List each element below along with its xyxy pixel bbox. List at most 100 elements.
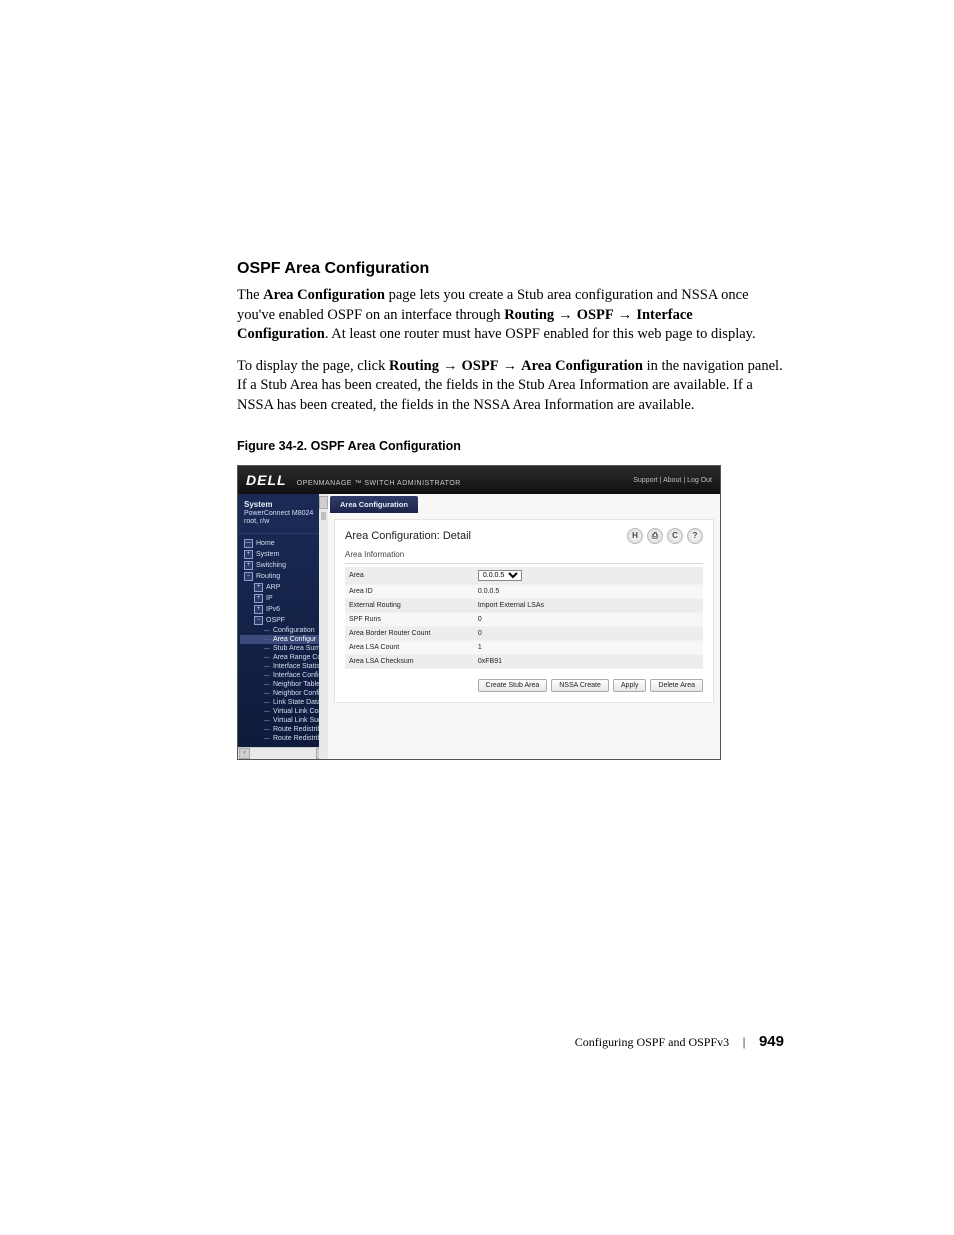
collapse-icon[interactable]: − — [254, 616, 263, 625]
nav-routing: Routing — [389, 358, 439, 374]
field-value: 0 — [474, 613, 703, 627]
nav-ospf: OSPF — [577, 307, 614, 323]
nav-tree-item[interactable]: Route Redistrib — [240, 734, 326, 743]
nav-tree-label: IPv6 — [266, 606, 280, 613]
tree-connector-icon — [264, 702, 270, 703]
nav-tree-label: Stub Area Summ — [273, 645, 326, 652]
create-stub-area-button[interactable]: Create Stub Area — [478, 679, 548, 692]
field-value: 0.0.0.5 — [474, 567, 703, 585]
arrow-icon: → — [439, 358, 462, 374]
nav-tree-item[interactable]: Interface Statisti — [240, 662, 326, 671]
expand-icon[interactable]: + — [254, 605, 263, 614]
delete-area-button[interactable]: Delete Area — [650, 679, 703, 692]
nav-tree-label: Neighbor Table — [273, 681, 320, 688]
apply-button[interactable]: Apply — [613, 679, 647, 692]
sidebar-system-label: System — [244, 500, 322, 510]
tree-connector-icon — [264, 684, 270, 685]
nav-tree-label: Interface Statisti — [273, 663, 323, 670]
nav-tree-item[interactable]: Configuration — [240, 626, 326, 635]
tree-connector-icon — [264, 648, 270, 649]
nav-area-configuration: Area Configuration — [521, 358, 643, 374]
nav-tree-item[interactable]: Neighbor Table — [240, 680, 326, 689]
collapse-icon[interactable]: − — [244, 572, 253, 581]
field-value: 0 — [474, 627, 703, 641]
nav-tree-item[interactable]: +ARP — [240, 582, 326, 593]
nav-tree-item[interactable]: Link State Datab — [240, 698, 326, 707]
scroll-arrow-up-icon[interactable] — [319, 496, 328, 509]
intro-paragraph-2: To display the page, click Routing → OSP… — [237, 357, 784, 416]
nav-tree-item[interactable]: Area Configur — [240, 635, 326, 644]
nav-tree-label: Area Range Con — [273, 654, 325, 661]
footer-divider: | — [743, 1035, 746, 1049]
section-title: OSPF Area Configuration — [237, 260, 784, 278]
table-row: Area 0.0.0.5 — [345, 567, 703, 585]
tree-connector-icon — [264, 630, 270, 631]
term-area-configuration: Area Configuration — [263, 287, 385, 303]
nav-tree-item[interactable]: −Routing — [240, 571, 326, 582]
tree-connector-icon — [264, 711, 270, 712]
sidebar-hscroll[interactable]: ‹ › — [238, 747, 328, 759]
figure-caption: Figure 34-2. OSPF Area Configuration — [237, 439, 784, 453]
nav-tree-item[interactable]: Neighbor Config — [240, 689, 326, 698]
embedded-screenshot: DELL OPENMANAGE ™ SWITCH ADMINISTRATOR S… — [237, 465, 721, 759]
field-label: Area — [345, 567, 474, 585]
field-label: SPF Runs — [345, 613, 474, 627]
table-row: SPF Runs0 — [345, 613, 703, 627]
nav-tree-item[interactable]: Stub Area Summ — [240, 644, 326, 653]
arrow-icon: → — [554, 307, 577, 323]
nav-tree-item[interactable]: —Home — [240, 538, 326, 549]
detail-panel: Area Configuration: Detail H ⎙ C ? Area … — [334, 519, 714, 703]
table-row: Area Border Router Count0 — [345, 627, 703, 641]
nav-tree-label: Route Redistrib — [273, 735, 321, 742]
field-value: 0xFB91 — [474, 655, 703, 669]
nssa-create-button[interactable]: NSSA Create — [551, 679, 609, 692]
nav-tree-item[interactable]: −OSPF — [240, 615, 326, 626]
sidebar-scrollbar[interactable] — [319, 494, 328, 758]
sidebar-user: root, r/w — [244, 518, 322, 526]
tree-connector-icon — [264, 666, 270, 667]
action-buttons: Create Stub AreaNSSA Create ApplyDelete A… — [345, 679, 703, 692]
scroll-arrow-left-icon[interactable]: ‹ — [239, 748, 250, 759]
tab-area-configuration[interactable]: Area Configuration — [330, 496, 418, 513]
nav-tree-item[interactable]: Route Redistrib — [240, 725, 326, 734]
nav-tree-label: Neighbor Config — [273, 690, 324, 697]
expand-icon[interactable]: + — [244, 561, 253, 570]
section-subhead: Area Information — [345, 550, 703, 564]
tree-connector-icon — [264, 675, 270, 676]
nav-tree-label: Interface Config — [273, 672, 322, 679]
expand-icon[interactable]: + — [254, 594, 263, 603]
nav-tree-item[interactable]: Area Range Con — [240, 653, 326, 662]
nav-tree-item[interactable]: Virtual Link Sum — [240, 716, 326, 725]
nav-tree[interactable]: —Home+System+Switching−Routing+ARP+IP+IP… — [238, 534, 328, 747]
node-icon[interactable]: — — [244, 539, 253, 548]
nav-tree-label: Virtual Link Conf — [273, 708, 324, 715]
nav-tree-item[interactable]: +IPv6 — [240, 604, 326, 615]
expand-icon[interactable]: + — [254, 583, 263, 592]
help-icon[interactable]: ? — [687, 528, 703, 544]
nav-tree-label: Configuration — [273, 627, 315, 634]
scroll-thumb[interactable] — [321, 512, 326, 520]
refresh-icon[interactable]: C — [667, 528, 683, 544]
nav-tree-item[interactable]: Interface Config — [240, 671, 326, 680]
nav-tree-item[interactable]: +Switching — [240, 560, 326, 571]
nav-routing: Routing — [504, 307, 554, 323]
expand-icon[interactable]: + — [244, 550, 253, 559]
nav-sidebar: System PowerConnect M8024 root, r/w —Hom… — [238, 494, 328, 758]
main-content: Area Configuration Area Configuration: D… — [328, 494, 720, 758]
area-select[interactable]: 0.0.0.5 — [478, 570, 522, 581]
app-topbar: DELL OPENMANAGE ™ SWITCH ADMINISTRATOR S… — [238, 466, 720, 494]
footer-page-number: 949 — [759, 1033, 784, 1050]
table-row: Area LSA Count1 — [345, 641, 703, 655]
field-label: Area ID — [345, 585, 474, 599]
page-footer: Configuring OSPF and OSPFv3 | 949 — [575, 1033, 784, 1050]
save-icon[interactable]: H — [627, 528, 643, 544]
top-links[interactable]: Support | About | Log Out — [633, 477, 712, 484]
intro-paragraph-1: The Area Configuration page lets you cre… — [237, 286, 784, 345]
nav-tree-item[interactable]: Virtual Link Conf — [240, 707, 326, 716]
nav-tree-label: IP — [266, 595, 273, 602]
tree-connector-icon — [264, 720, 270, 721]
nav-tree-item[interactable]: +IP — [240, 593, 326, 604]
nav-tree-item[interactable]: +System — [240, 549, 326, 560]
print-icon[interactable]: ⎙ — [647, 528, 663, 544]
product-brand: OPENMANAGE ™ SWITCH ADMINISTRATOR — [297, 480, 461, 487]
